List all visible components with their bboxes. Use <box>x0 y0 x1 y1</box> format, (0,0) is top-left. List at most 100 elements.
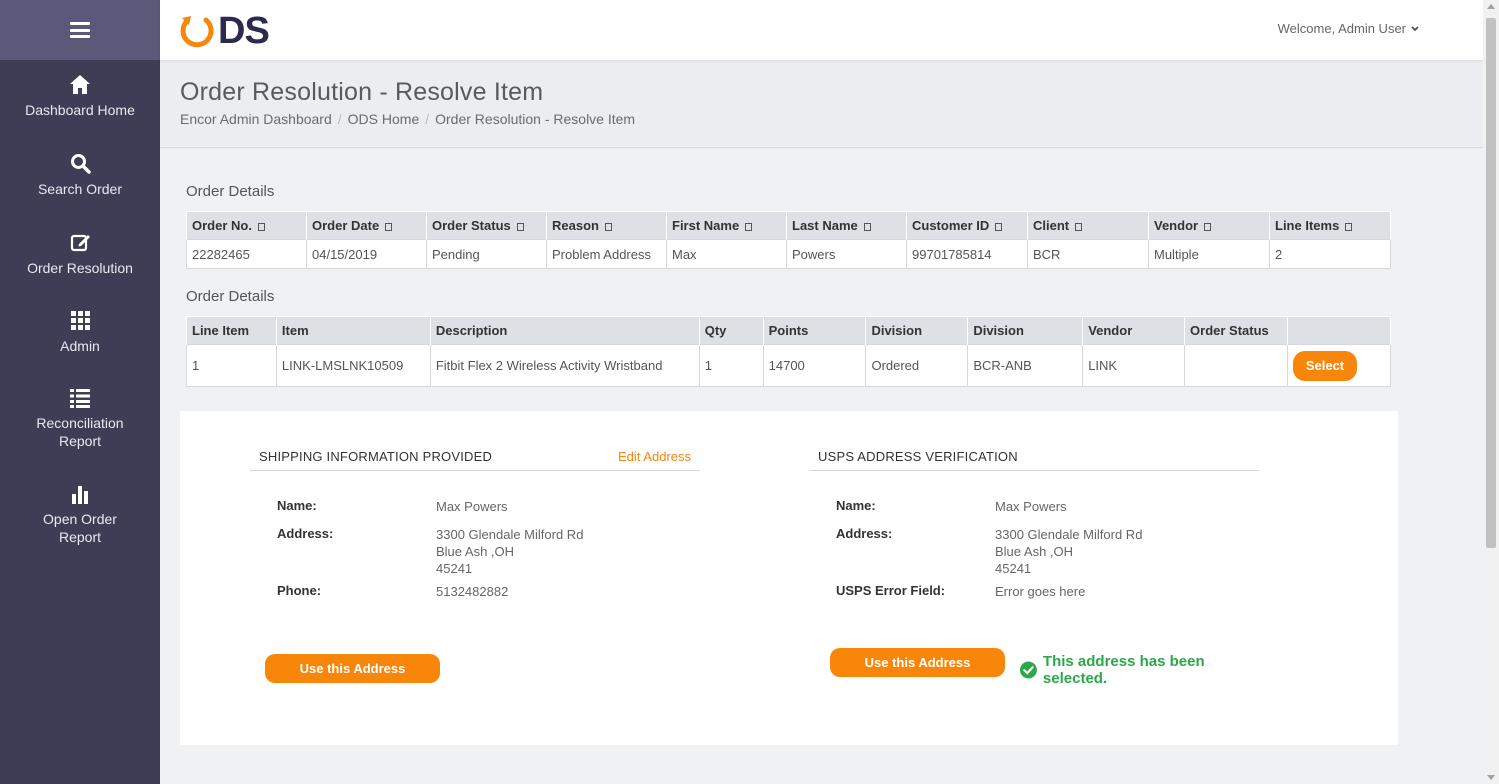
table-cell: LINK-LMSLNK10509 <box>275 344 431 387</box>
field-value: Max Powers <box>436 499 508 514</box>
sort-icon <box>745 222 753 231</box>
sidebar-item-label: Search Order <box>37 181 123 197</box>
sort-icon <box>257 222 265 231</box>
column-header[interactable]: Vendor <box>1148 211 1270 240</box>
column-header <box>1286 316 1392 345</box>
table-cell: 14700 <box>762 344 867 387</box>
column-header[interactable]: Order No. <box>186 211 307 240</box>
shipping-info-header: SHIPPING INFORMATION PROVIDED Edit Addre… <box>250 441 700 471</box>
column-header[interactable]: First Name <box>666 211 787 240</box>
breadcrumb-separator: / <box>425 111 430 127</box>
sort-icon <box>516 222 524 231</box>
table-header-row: Line Item Item Description Qty Points Di… <box>186 316 1392 345</box>
address-line: Blue Ash ,OH <box>995 544 1074 559</box>
table-cell: Select <box>1286 344 1392 387</box>
sidebar: Dashboard Home Search Order Order Resolu… <box>0 0 160 784</box>
sidebar-item-label: Admin <box>60 338 100 354</box>
sidebar-item-order-resolution[interactable]: Order Resolution <box>0 232 160 277</box>
column-header[interactable]: Order Status <box>426 211 547 240</box>
use-usps-address-button[interactable]: Use this Address <box>830 648 1005 677</box>
column-header[interactable]: Customer ID <box>906 211 1028 240</box>
column-header[interactable]: Line Items <box>1269 211 1391 240</box>
bar-chart-icon <box>72 486 88 504</box>
logo-mark-icon <box>180 16 214 48</box>
line-items-title: Order Details <box>186 288 275 305</box>
select-button[interactable]: Select <box>1292 350 1357 381</box>
table-cell: 1 <box>186 344 277 387</box>
sort-icon <box>1075 222 1083 231</box>
hamburger-icon <box>70 22 90 38</box>
table-header-row: Order No. Order Date Order Status Reason… <box>186 211 1391 240</box>
sort-icon <box>1345 222 1353 231</box>
sidebar-item-search-order[interactable]: Search Order <box>0 153 160 198</box>
table-cell <box>1184 344 1288 387</box>
table-cell: Ordered <box>865 344 969 387</box>
sidebar-item-reconciliation-report[interactable]: Reconciliation Report <box>0 388 160 450</box>
usps-header: USPS ADDRESS VERIFICATION <box>809 441 1259 471</box>
table-row: 1 LINK-LMSLNK10509 Fitbit Flex 2 Wireles… <box>186 344 1392 387</box>
column-header: Division <box>967 316 1084 345</box>
column-header: Vendor <box>1082 316 1186 345</box>
sidebar-item-label: Reconciliation Report <box>36 415 124 449</box>
table-cell: 2 <box>1269 239 1391 269</box>
table-cell: BCR-ANB <box>967 344 1084 387</box>
table-cell: Max <box>666 239 787 269</box>
sidebar-item-dashboard-home[interactable]: Dashboard Home <box>0 74 160 119</box>
column-header[interactable]: Reason <box>546 211 667 240</box>
ods-logo[interactable]: DS <box>178 12 270 50</box>
search-icon <box>70 154 91 174</box>
breadcrumb-separator: / <box>337 111 342 127</box>
chevron-down-icon <box>1411 25 1419 31</box>
menu-toggle-button[interactable] <box>0 0 160 60</box>
breadcrumb-item-ods-home[interactable]: ODS Home <box>348 111 420 127</box>
main-content: Order Details Order No. Order Date Order… <box>160 149 1483 784</box>
column-header[interactable]: Last Name <box>786 211 907 240</box>
column-header: Division <box>865 316 969 345</box>
column-header: Points <box>762 316 867 345</box>
edit-address-link[interactable]: Edit Address <box>618 449 691 464</box>
sort-icon <box>995 222 1003 231</box>
table-cell: Multiple <box>1148 239 1270 269</box>
table-cell: BCR <box>1027 239 1149 269</box>
use-shipping-address-button[interactable]: Use this Address <box>265 654 440 683</box>
breadcrumb-item-current: Order Resolution - Resolve Item <box>435 111 636 127</box>
column-header[interactable]: Client <box>1027 211 1149 240</box>
address-line: 3300 Glendale Milford Rd <box>436 527 584 542</box>
table-cell: Powers <box>786 239 907 269</box>
column-header: Description <box>429 316 700 345</box>
scrollbar-thumb[interactable] <box>1486 18 1496 548</box>
selected-message-text: This address has been selected. <box>1042 653 1205 687</box>
order-number-link[interactable]: 22282465 <box>186 239 307 269</box>
user-menu[interactable]: Welcome, Admin User <box>1278 21 1419 36</box>
table-row: 22282465 04/15/2019 Pending Problem Addr… <box>186 239 1391 269</box>
page-title: Order Resolution - Resolve Item <box>180 78 544 106</box>
shipping-info-panel: SHIPPING INFORMATION PROVIDED Edit Addre… <box>250 441 700 683</box>
edit-icon <box>70 234 90 252</box>
table-cell: 99701785814 <box>906 239 1028 269</box>
address-card: SHIPPING INFORMATION PROVIDED Edit Addre… <box>180 411 1398 745</box>
scroll-down-arrow-icon[interactable] <box>1487 775 1495 780</box>
field-label: Address: <box>836 526 893 541</box>
address-line: 45241 <box>436 561 473 576</box>
column-header: Order Status <box>1184 316 1288 345</box>
sidebar-item-open-order-report[interactable]: Open Order Report <box>0 485 160 546</box>
field-label: USPS Error Field: <box>836 583 946 598</box>
field-value: 3300 Glendale Milford Rd Blue Ash ,OH 45… <box>995 526 1142 577</box>
sort-icon <box>863 222 871 231</box>
address-line: 3300 Glendale Milford Rd <box>995 527 1143 542</box>
vertical-scrollbar[interactable] <box>1483 0 1499 784</box>
grid-icon <box>70 311 90 330</box>
scroll-up-arrow-icon[interactable] <box>1487 4 1495 9</box>
sort-icon <box>1204 222 1212 231</box>
sort-icon <box>385 222 393 231</box>
sidebar-item-label: Order Resolution <box>27 260 133 276</box>
breadcrumb-item-dashboard[interactable]: Encor Admin Dashboard <box>180 111 332 127</box>
field-label: Name: <box>277 498 317 513</box>
sidebar-item-admin[interactable]: Admin <box>0 310 160 355</box>
field-label: Name: <box>836 498 876 513</box>
sidebar-item-label: Dashboard Home <box>25 102 135 118</box>
column-header[interactable]: Order Date <box>306 211 427 240</box>
check-circle-icon <box>1020 661 1037 679</box>
field-label: Phone: <box>277 583 322 598</box>
table-cell: Fitbit Flex 2 Wireless Activity Wristban… <box>429 344 700 387</box>
